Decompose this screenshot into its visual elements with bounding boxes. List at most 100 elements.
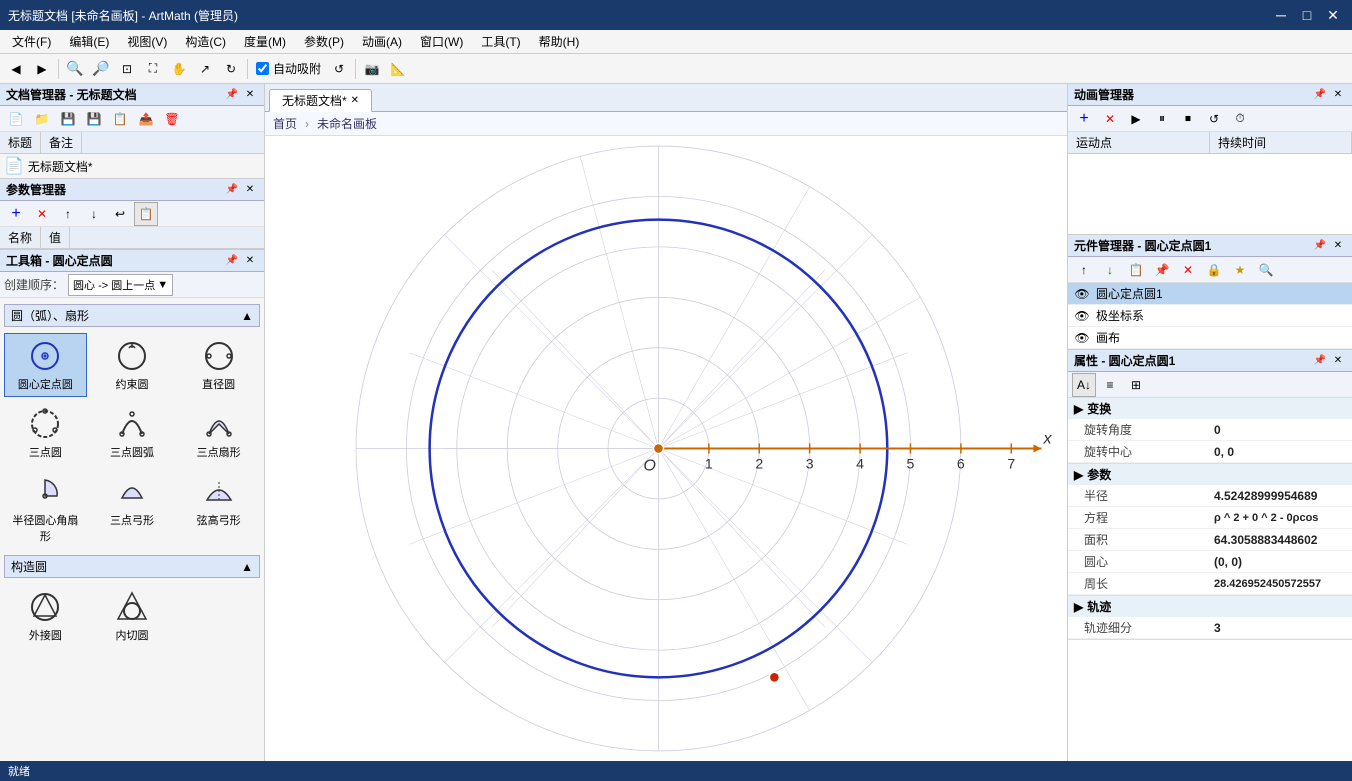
elem-row-canvas[interactable]: 👁 画布	[1068, 327, 1352, 349]
toolbar-back[interactable]: ◀	[4, 57, 28, 81]
tool-constrained-circle[interactable]: 约束圆	[91, 333, 174, 397]
tool-3pt-segment[interactable]: 三点弓形	[91, 469, 174, 549]
elem-delete-btn[interactable]: ✕	[1176, 258, 1200, 282]
anim-timer-btn[interactable]: ⏱	[1228, 107, 1252, 131]
tool-inscribed[interactable]: 内切圆	[91, 584, 174, 648]
toolbar-fit[interactable]: ⊡	[115, 57, 139, 81]
anim-step-btn[interactable]: ↺	[1202, 107, 1226, 131]
maximize-button[interactable]: □	[1296, 4, 1318, 26]
props-sort1-btn[interactable]: A↓	[1072, 373, 1096, 397]
tool-3pt-sector[interactable]: 三点扇形	[177, 401, 260, 465]
doc-export-btn[interactable]: 📤	[134, 107, 158, 131]
toolbar-fullscreen[interactable]: ⛶	[141, 57, 165, 81]
tool-3pt-circle[interactable]: 三点圆	[4, 401, 87, 465]
menu-construct[interactable]: 构造(C)	[177, 31, 234, 53]
elem-eye-circle[interactable]: 👁	[1074, 286, 1090, 302]
toolbox-pin-btn[interactable]: 📌	[224, 253, 240, 269]
anim-pin-btn[interactable]: 📌	[1312, 87, 1328, 103]
tab-close-icon[interactable]: ✕	[351, 95, 359, 106]
anim-stop-btn[interactable]: ⏹	[1176, 107, 1200, 131]
param-delete-btn[interactable]: ✕	[30, 202, 54, 226]
tool-3pt-arc[interactable]: 三点圆弧	[91, 401, 174, 465]
menu-measure[interactable]: 度量(M)	[236, 31, 294, 53]
breadcrumb-home[interactable]: 首页	[273, 115, 297, 132]
anim-add-btn[interactable]: +	[1072, 107, 1096, 131]
auto-attach-checkbox[interactable]: 自动吸附	[252, 60, 325, 77]
props-pin-btn[interactable]: 📌	[1312, 353, 1328, 369]
param-add-btn[interactable]: +	[4, 202, 28, 226]
prop-section-transform-header[interactable]: ▶ 变换	[1068, 398, 1352, 419]
elem-copy-btn[interactable]: 📋	[1124, 258, 1148, 282]
elem-lock-btn[interactable]: 🔒	[1202, 258, 1226, 282]
toolbar-zoom-in[interactable]: 🔍	[63, 57, 87, 81]
elem-paste-btn[interactable]: 📌	[1150, 258, 1174, 282]
minimize-button[interactable]: ─	[1270, 4, 1292, 26]
toolbar-select[interactable]: ↗	[193, 57, 217, 81]
props-sort2-btn[interactable]: ≡	[1098, 373, 1122, 397]
param-up-btn[interactable]: ↑	[56, 202, 80, 226]
tool-chord-segment[interactable]: 弦高弓形	[177, 469, 260, 549]
menu-window[interactable]: 窗口(W)	[412, 31, 471, 53]
doc-new-btn[interactable]: 📄	[4, 107, 28, 131]
tab-document[interactable]: 无标题文档* ✕	[269, 89, 372, 112]
toolbar-zoom-out[interactable]: 🔎	[89, 57, 113, 81]
tool-section-arc[interactable]: 圆（弧）、扇形 ▲	[4, 304, 260, 327]
toolbox-close-btn[interactable]: ✕	[242, 253, 258, 269]
menu-file[interactable]: 文件(F)	[4, 31, 59, 53]
doc-pin-btn[interactable]: 📌	[224, 87, 240, 103]
tool-diameter-circle[interactable]: 直径圆	[177, 333, 260, 397]
menu-edit[interactable]: 编辑(E)	[61, 31, 117, 53]
tool-section-construct[interactable]: 构造圆 ▲	[4, 555, 260, 578]
elem-down-btn[interactable]: ↓	[1098, 258, 1122, 282]
elem-search-btn[interactable]: 🔍	[1254, 258, 1278, 282]
anim-pause-btn[interactable]: ⏸	[1150, 107, 1174, 131]
data-point[interactable]	[769, 672, 779, 682]
order-dropdown[interactable]: 圆心 -> 圆上一点 ▼	[68, 274, 173, 296]
toolbar-extra2[interactable]: 📐	[386, 57, 410, 81]
anim-play-btn[interactable]: ▶	[1124, 107, 1148, 131]
param-copy-btn[interactable]: 📋	[134, 202, 158, 226]
tool-radius-sector[interactable]: 半径圆心角扇形	[4, 469, 87, 549]
toolbar-extra1[interactable]: 📷	[360, 57, 384, 81]
props-expand-btn[interactable]: ⊞	[1124, 373, 1148, 397]
toolbar-rotate[interactable]: ↻	[219, 57, 243, 81]
prop-section-trajectory-header[interactable]: ▶ 轨迹	[1068, 596, 1352, 617]
elem-star-btn[interactable]: ★	[1228, 258, 1252, 282]
tool-circle-center[interactable]: 圆心定点圆	[4, 333, 87, 397]
doc-save-btn[interactable]: 💾	[56, 107, 80, 131]
doc-save2-btn[interactable]: 💾	[82, 107, 106, 131]
auto-attach-input[interactable]	[256, 62, 269, 75]
elem-pin-btn[interactable]: 📌	[1312, 238, 1328, 254]
tool-circumscribed[interactable]: 外接圆	[4, 584, 87, 648]
close-button[interactable]: ✕	[1322, 4, 1344, 26]
center-point[interactable]	[653, 443, 663, 453]
props-close-btn[interactable]: ✕	[1330, 353, 1346, 369]
param-undo-btn[interactable]: ↩	[108, 202, 132, 226]
canvas-container[interactable]: 1 2 3 4 5 6 7 O x	[265, 136, 1067, 761]
breadcrumb-canvas[interactable]: 未命名画板	[317, 115, 377, 132]
toolbar-forward[interactable]: ▶	[30, 57, 54, 81]
param-pin-btn[interactable]: 📌	[224, 182, 240, 198]
param-close-btn[interactable]: ✕	[242, 182, 258, 198]
elem-up-btn[interactable]: ↑	[1072, 258, 1096, 282]
elem-eye-canvas[interactable]: 👁	[1074, 330, 1090, 346]
menu-help[interactable]: 帮助(H)	[531, 31, 588, 53]
anim-close-btn[interactable]: ✕	[1330, 87, 1346, 103]
elem-eye-polar[interactable]: 👁	[1074, 308, 1090, 324]
prop-section-params-header[interactable]: ▶ 参数	[1068, 464, 1352, 485]
doc-open-btn[interactable]: 📁	[30, 107, 54, 131]
param-down-btn[interactable]: ↓	[82, 202, 106, 226]
elem-close-btn[interactable]: ✕	[1330, 238, 1346, 254]
doc-blank-btn[interactable]: 📋	[108, 107, 132, 131]
doc-delete-btn[interactable]: 🗑	[160, 107, 184, 131]
doc-close-btn[interactable]: ✕	[242, 87, 258, 103]
toolbar-refresh[interactable]: ↺	[327, 57, 351, 81]
anim-delete-btn[interactable]: ✕	[1098, 107, 1122, 131]
elem-row-circle[interactable]: 👁 圆心定点圆1	[1068, 283, 1352, 305]
toolbar-pan[interactable]: ✋	[167, 57, 191, 81]
menu-view[interactable]: 视图(V)	[119, 31, 175, 53]
menu-tools[interactable]: 工具(T)	[473, 31, 528, 53]
elem-row-polar[interactable]: 👁 极坐标系	[1068, 305, 1352, 327]
doc-table-row[interactable]: 📄 无标题文档*	[0, 154, 264, 178]
menu-param[interactable]: 参数(P)	[296, 31, 352, 53]
